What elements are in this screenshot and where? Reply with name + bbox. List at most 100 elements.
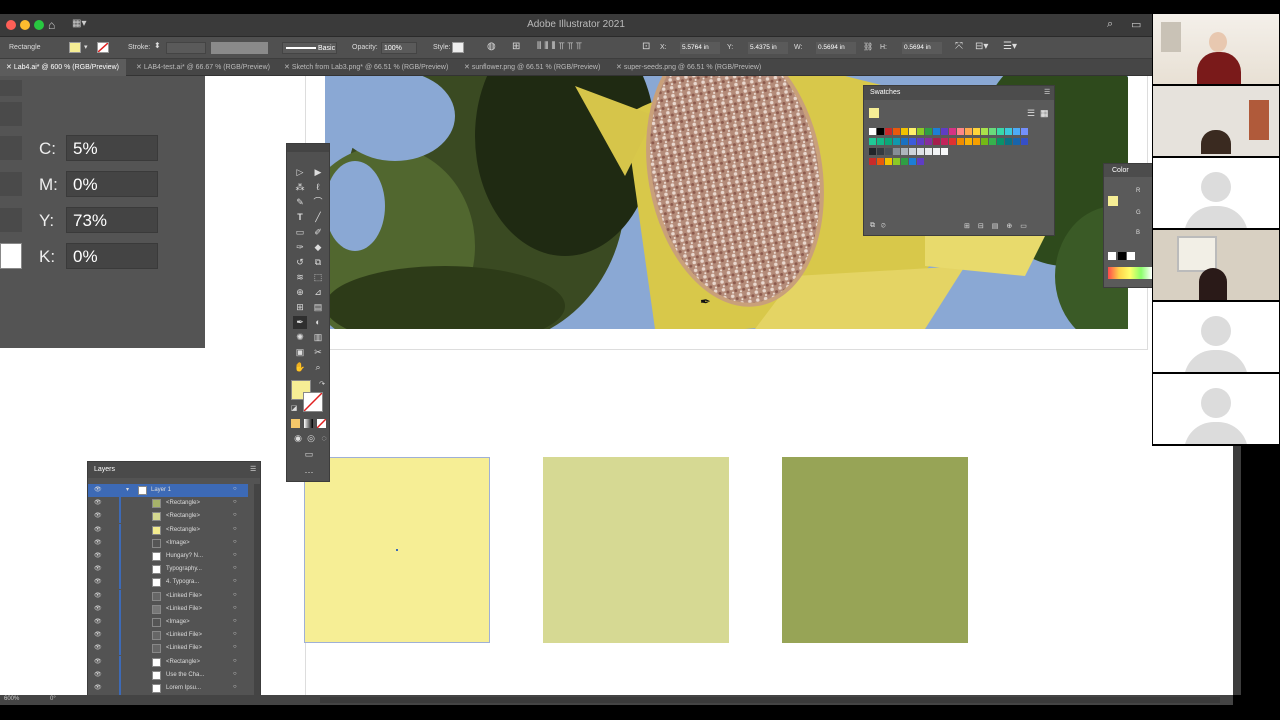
target-circle-icon[interactable]: ○ — [233, 552, 237, 558]
visibility-eye-icon[interactable]: 👁 — [94, 644, 102, 651]
edit-toolbar-icon[interactable]: ⋯ — [302, 466, 316, 479]
color-swatch[interactable] — [981, 128, 988, 135]
scale-tool-icon[interactable]: ⧉ — [311, 256, 325, 269]
color-swatch[interactable] — [957, 138, 964, 145]
color-swatch[interactable] — [869, 138, 876, 145]
participant-avatar[interactable] — [1153, 302, 1279, 372]
layer-row[interactable]: 👁 <Linked File> ○ — [88, 602, 248, 616]
white-color-icon[interactable] — [1127, 252, 1135, 260]
color-swatch[interactable] — [997, 128, 1004, 135]
target-circle-icon[interactable]: ○ — [233, 644, 237, 650]
color-swatch[interactable] — [917, 138, 924, 145]
color-fill-swatch[interactable] — [1108, 196, 1118, 206]
color-swatch[interactable] — [917, 148, 924, 155]
close-tab-icon[interactable]: ✕ — [284, 64, 292, 71]
transform-icon[interactable]: ⤧ — [955, 41, 963, 52]
mesh-tool-icon[interactable]: ⊞ — [293, 301, 307, 314]
visibility-eye-icon[interactable]: 👁 — [94, 552, 102, 559]
target-circle-icon[interactable]: ○ — [233, 618, 237, 624]
participant-video[interactable] — [1153, 86, 1279, 156]
layer-row[interactable]: 👁 <Rectangle> ○ — [88, 523, 248, 537]
zoom-tool-icon[interactable]: ⌕ — [311, 361, 325, 374]
reference-point-icon[interactable]: ⊡ — [642, 41, 650, 52]
layer-row[interactable]: 👁 <Rectangle> ○ — [88, 510, 248, 524]
yellow-value-field[interactable]: 73% — [66, 207, 158, 233]
layer-row[interactable]: 👁 <Image> ○ — [88, 536, 248, 550]
visibility-eye-icon[interactable]: 👁 — [94, 499, 102, 506]
fill-color-swatch[interactable] — [69, 42, 81, 53]
layer-row[interactable]: 👁 <Linked File> ○ — [88, 629, 248, 643]
zoom-level[interactable]: 600% — [4, 696, 19, 702]
perspective-grid-tool-icon[interactable]: ⊿ — [311, 286, 325, 299]
graphic-style-swatch[interactable] — [452, 42, 464, 53]
free-transform-tool-icon[interactable]: ⬚ — [311, 271, 325, 284]
color-swatch[interactable] — [933, 138, 940, 145]
height-field[interactable]: 0.5694 in — [902, 42, 942, 54]
visibility-eye-icon[interactable]: 👁 — [94, 658, 102, 665]
color-swatch[interactable] — [973, 128, 980, 135]
tools-panel-header[interactable] — [287, 144, 329, 152]
participant-video[interactable] — [1153, 230, 1279, 300]
white-swatch[interactable] — [0, 243, 22, 269]
visibility-eye-icon[interactable]: 👁 — [94, 605, 102, 612]
layer-row[interactable]: 👁 4. Typogra... ○ — [88, 576, 248, 590]
color-swatch[interactable] — [909, 158, 916, 165]
cyan-value-field[interactable]: 5% — [66, 135, 158, 161]
participant-avatar[interactable] — [1153, 158, 1279, 228]
swatch-action-icons[interactable]: ⊞⊟▤⊕▭ — [964, 222, 1035, 230]
color-swatch[interactable] — [989, 138, 996, 145]
swap-fill-stroke-icon[interactable]: ↷ — [315, 378, 329, 391]
color-swatch[interactable] — [885, 148, 892, 155]
document-tab[interactable]: ✕ LAB4-test.ai* @ 66.67 % (RGB/Preview) — [130, 59, 274, 76]
y-position-field[interactable]: 5.4375 in — [748, 42, 788, 54]
visibility-eye-icon[interactable]: 👁 — [94, 671, 102, 678]
search-icon[interactable]: ⌕ — [1107, 18, 1113, 31]
expand-chevron-icon[interactable]: ▾ — [126, 486, 129, 493]
color-swatch[interactable] — [997, 138, 1004, 145]
color-panel-header[interactable]: Color — [1104, 164, 1152, 177]
color-swatch[interactable] — [941, 138, 948, 145]
target-circle-icon[interactable]: ○ — [233, 631, 237, 637]
constrain-proportions-icon[interactable]: ⛓ — [863, 42, 873, 51]
color-swatch[interactable] — [925, 128, 932, 135]
rectangle-tool-icon[interactable]: ▭ — [293, 226, 307, 239]
visibility-eye-icon[interactable]: 👁 — [94, 684, 102, 691]
align-buttons-icon[interactable]: ⫴⫴⫴⫪⫪⫪ — [537, 41, 585, 52]
color-square[interactable] — [782, 457, 968, 643]
target-circle-icon[interactable]: ○ — [233, 512, 237, 518]
color-swatch[interactable] — [869, 128, 876, 135]
stroke-weight-field[interactable] — [166, 42, 206, 54]
color-spectrum[interactable] — [1108, 267, 1152, 279]
color-swatch[interactable] — [949, 128, 956, 135]
target-circle-icon[interactable]: ○ — [233, 605, 237, 611]
warp-tool-icon[interactable]: ≋ — [293, 271, 307, 284]
list-view-icon[interactable]: ☰ — [1027, 108, 1035, 119]
document-tab[interactable]: ✕ super-seeds.png @ 66.51 % (RGB/Preview… — [610, 59, 770, 76]
panel-options-icon[interactable]: ☰▾ — [1003, 41, 1017, 52]
none-mode-icon[interactable] — [317, 419, 326, 428]
target-circle-icon[interactable]: ○ — [233, 684, 237, 690]
color-square[interactable] — [543, 457, 729, 643]
color-swatch[interactable] — [877, 158, 884, 165]
screen-mode-icon[interactable]: ▭ — [302, 448, 316, 461]
draw-normal-icon[interactable]: ◉ — [291, 432, 305, 445]
color-swatch[interactable] — [981, 138, 988, 145]
color-swatch[interactable] — [893, 148, 900, 155]
paintbrush-tool-icon[interactable]: ✐ — [311, 226, 325, 239]
color-swatch[interactable] — [925, 148, 932, 155]
layer-row[interactable]: 👁 <Rectangle> ○ — [88, 655, 248, 669]
visibility-eye-icon[interactable]: 👁 — [94, 592, 102, 599]
brush-definition-dropdown[interactable]: Basic — [282, 42, 337, 54]
column-graph-tool-icon[interactable]: ▥ — [311, 331, 325, 344]
grid-view-icon[interactable]: ▦ — [1040, 108, 1049, 119]
document-tab[interactable]: ✕ Lab4.ai* @ 600 % (RGB/Preview) — [0, 59, 126, 76]
color-swatch[interactable] — [869, 148, 876, 155]
default-fill-stroke-icon[interactable]: ◪ — [287, 402, 301, 415]
variable-width-profile[interactable] — [211, 42, 268, 54]
eraser-tool-icon[interactable]: ◆ — [311, 241, 325, 254]
artboard-tool-icon[interactable]: ▣ — [293, 346, 307, 359]
magic-wand-tool-icon[interactable]: ⁂ — [293, 181, 307, 194]
color-swatch[interactable] — [1013, 128, 1020, 135]
visibility-eye-icon[interactable]: 👁 — [94, 512, 102, 519]
panel-menu-icon[interactable]: ☰ — [1044, 88, 1050, 96]
